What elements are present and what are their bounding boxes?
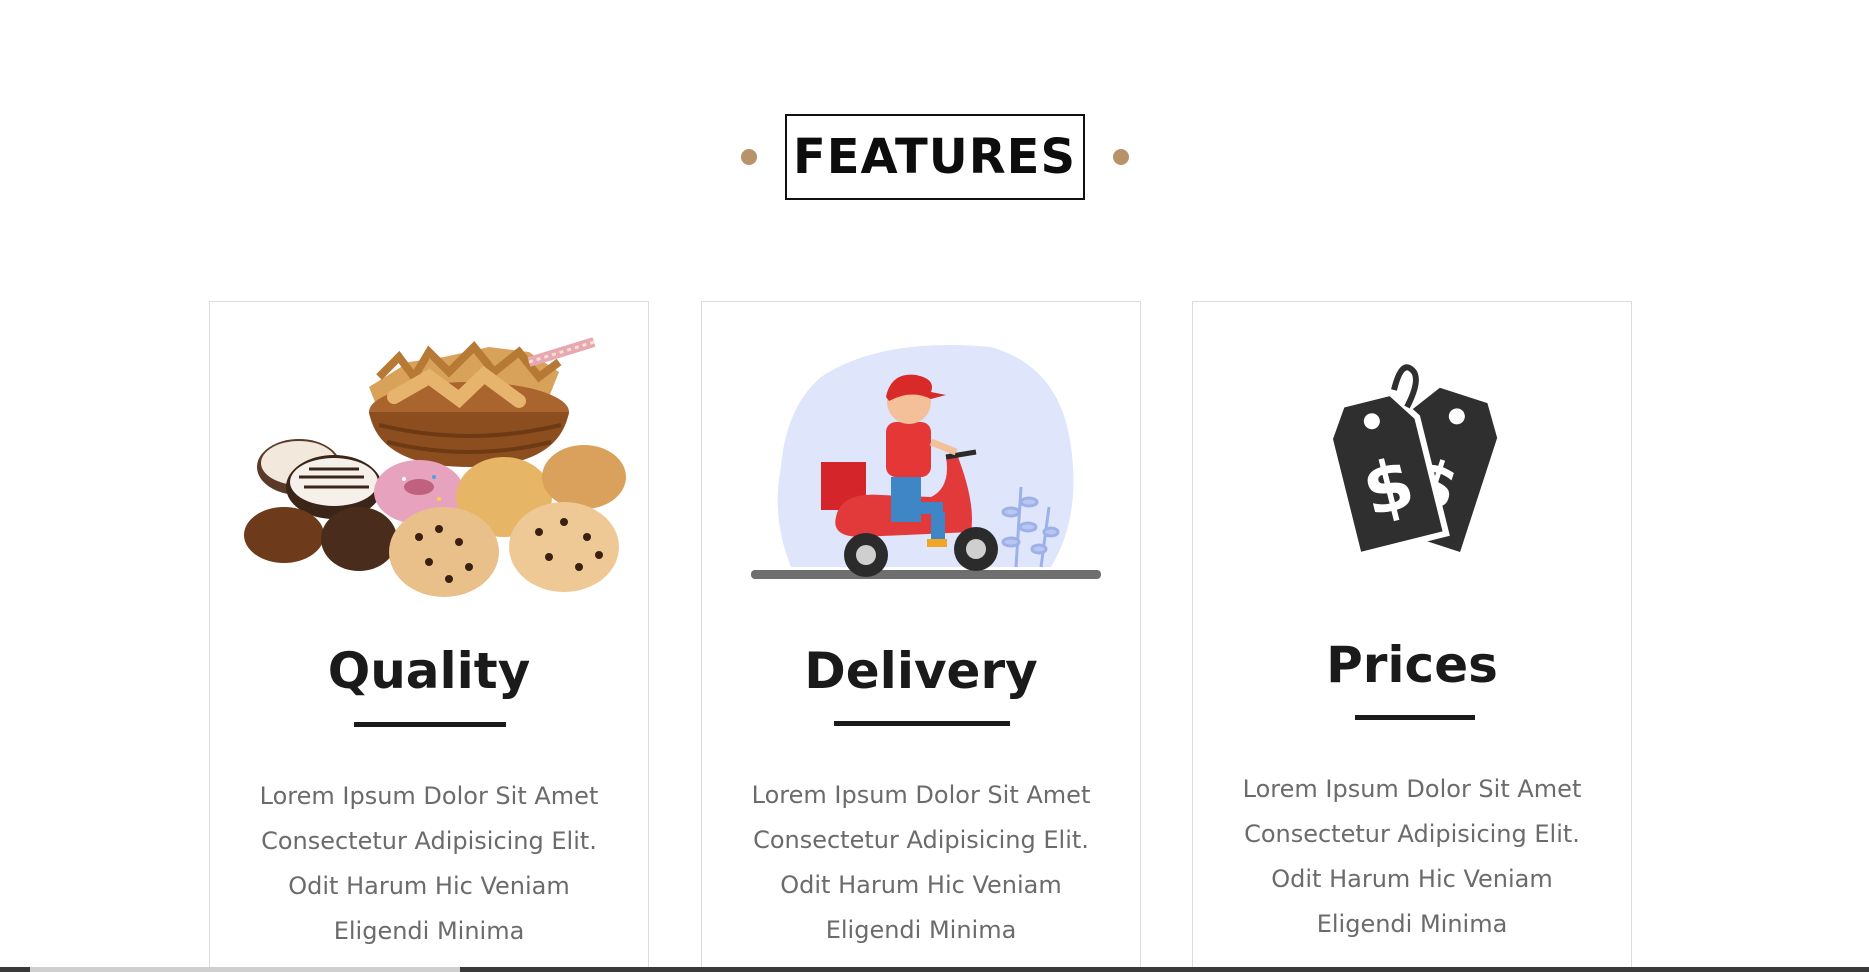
feature-title: Quality [327,642,531,700]
section-title-box: FEATURES [784,114,1085,200]
feature-description: Lorem Ipsum Dolor Sit Amet Consectetur A… [1193,767,1631,947]
heading-dot-left [740,149,757,165]
description-line: Lorem Ipsum Dolor Sit Amet [751,781,1091,809]
horizontal-scrollbar[interactable] [0,967,1869,972]
description-line: Consectetur Adipisicing Elit. [753,826,1089,854]
description-line: Eligendi Minima [1316,910,1508,938]
feature-title: Delivery [804,642,1038,700]
feature-card-quality: Quality Lorem Ipsum Dolor Sit Amet Conse… [209,301,649,972]
description-line: Lorem Ipsum Dolor Sit Amet [259,782,599,810]
description-line: Consectetur Adipisicing Elit. [261,827,597,855]
description-line: Eligendi Minima [825,916,1017,944]
section-heading: FEATURES [0,114,1869,200]
title-underline [1355,715,1475,720]
feature-card-prices: $ $ Prices Lorem Ipsum Dolor Sit Amet Co… [1192,301,1632,972]
scrollbar-thumb[interactable] [30,967,460,972]
features-page: FEATURES Quality Lorem Ipsum Dolor Sit A… [0,0,1869,972]
title-underline [354,722,506,727]
title-underline [834,721,1010,726]
section-title: FEATURES [792,129,1077,185]
description-line: Odit Harum Hic Veniam [288,872,570,900]
feature-title: Prices [1326,636,1498,694]
description-line: Consectetur Adipisicing Elit. [1244,820,1580,848]
price-tag-icon: $ $ [1193,312,1631,612]
scooter-delivery-image [702,312,1140,612]
description-line: Odit Harum Hic Veniam [1271,865,1553,893]
bakery-basket-image [210,312,648,612]
feature-card-delivery: Delivery Lorem Ipsum Dolor Sit Amet Cons… [701,301,1141,972]
description-line: Lorem Ipsum Dolor Sit Amet [1242,775,1582,803]
feature-description: Lorem Ipsum Dolor Sit Amet Consectetur A… [210,774,648,954]
description-line: Eligendi Minima [333,917,525,945]
description-line: Odit Harum Hic Veniam [780,871,1062,899]
heading-dot-right [1112,149,1129,165]
feature-description: Lorem Ipsum Dolor Sit Amet Consectetur A… [702,773,1140,953]
